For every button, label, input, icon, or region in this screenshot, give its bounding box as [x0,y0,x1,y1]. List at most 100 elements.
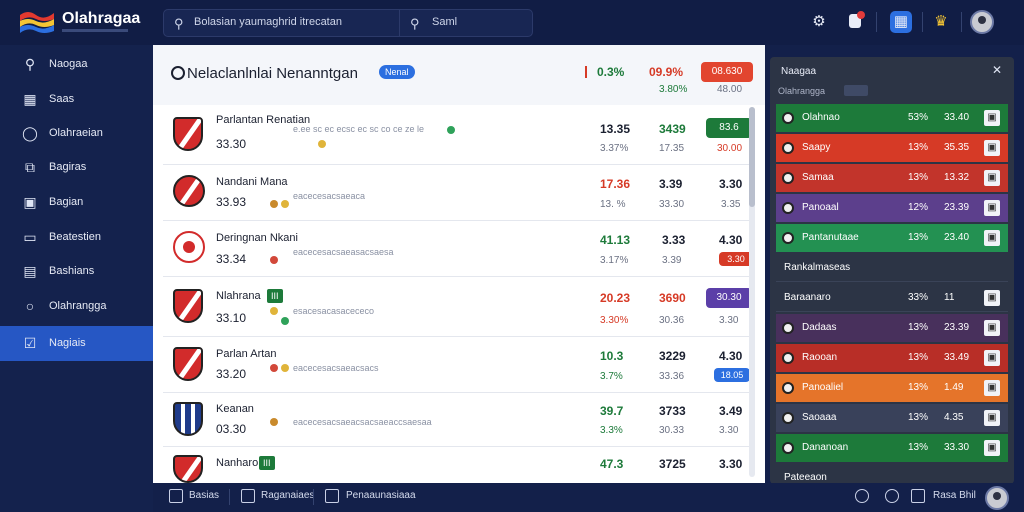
standings-row[interactable]: Olahnao 53% 33.40 ▣ [776,104,1008,132]
standings-action-icon[interactable]: ▣ [984,350,1000,366]
odds-draw-sub: 17.35 [659,143,685,154]
trophy-icon[interactable]: ♛ [930,11,952,33]
sidebar-item-bagian[interactable]: ▣ Bagian [0,185,153,220]
notification-icon[interactable] [845,11,867,33]
odds-home[interactable]: 47.3 [600,457,623,471]
standings-row[interactable]: Saapy 13% 35.35 ▣ [776,134,1008,162]
odds-home[interactable]: 41.13 [600,233,630,247]
edit-icon[interactable] [885,489,899,503]
odds-draw[interactable]: 3725 [659,457,686,471]
match-row[interactable]: Keanan 03.30 eacecesacsaeacsacsaeaccsaes… [163,393,755,447]
team-crest-icon [173,117,203,151]
search-button[interactable]: Saml [432,16,457,28]
odds-away-pill[interactable]: 83.6 [706,118,752,138]
standings-action-icon[interactable]: ▣ [984,290,1000,306]
odds-draw[interactable]: 3229 [659,349,686,363]
match-row[interactable]: Parlantan Renatian 33.30 e.ee sc ec ecsc… [163,105,755,165]
match-row[interactable]: Nlahrana III 33.10 esacesacasacececo 20.… [163,277,755,337]
bottom-item-penaaunasiaaa[interactable]: Penaaunasiaaa [346,490,416,501]
odds-away-sub[interactable]: 3.30 [719,252,753,266]
odds-home[interactable]: 10.3 [600,349,623,363]
odds-draw[interactable]: 3.33 [662,233,685,247]
standings-action-icon[interactable]: ▣ [984,110,1000,126]
standings-row[interactable]: Panoaliel 13% 1.49 ▣ [776,374,1008,402]
sidebar-item-nagiais[interactable]: ☑ Nagiais [0,326,160,361]
settings-icon[interactable] [855,489,869,503]
team-name: Nanharo [216,457,259,469]
odds-away-sub[interactable]: 18.05 [714,368,750,382]
odds-draw[interactable]: 3733 [659,404,686,418]
standings-action-icon[interactable]: ▣ [984,140,1000,156]
status-dot [318,140,326,148]
standings-value: 4.35 [944,412,964,423]
odds-draw[interactable]: 3439 [659,122,686,136]
search-bar[interactable]: ⚲ Bolasian yaumaghrid itrecatan ⚲ Saml [163,9,533,37]
bottom-item-raganaiaes[interactable]: Raganaiaes [261,490,314,501]
sidebar-item-naogaa[interactable]: ⚲ Naogaa [0,47,153,82]
sidebar-item-olahraeian[interactable]: ◯ Olahraeian [0,116,153,151]
odds-away[interactable]: 3.49 [719,404,742,418]
sidebar-item-beatestien[interactable]: ▭ Beatestien [0,220,153,255]
terminal-icon[interactable] [241,489,255,503]
standings-action-icon[interactable]: ▣ [984,200,1000,216]
standings-row[interactable]: Baraanaro 33% 11 ▣ [776,284,1008,312]
odds-away[interactable]: 4.30 [719,349,742,363]
odds-away[interactable]: 3.30 [719,177,742,191]
match-row[interactable]: Nanharo III 47.3 3725 3.30 [163,447,755,483]
odds-away[interactable]: 3.30 [719,457,742,471]
standings-action-icon[interactable]: ▣ [984,380,1000,396]
share-icon[interactable] [911,489,925,503]
standings-row[interactable]: Saoaaa 13% 4.35 ▣ [776,404,1008,432]
standings-action-icon[interactable]: ▣ [984,440,1000,456]
user-avatar[interactable] [985,486,1009,510]
match-row[interactable]: Nandani Mana 33.93 eacecesacsaeaca 17.36… [163,165,755,221]
match-row[interactable]: Deringnan Nkani 33.34 eacecesacsaeasacsa… [163,221,755,277]
sidebar-item-bagiras[interactable]: ⧉ Bagiras [0,150,153,185]
sidebar-item-saas[interactable]: ▦ Saas [0,82,153,117]
match-meta: eacecesacsaeacsacs [293,363,379,373]
apps-icon[interactable]: ▦ [890,11,912,33]
odds-away[interactable]: 4.30 [719,233,742,247]
gear-icon[interactable]: ⚙ [808,11,830,33]
odds-draw[interactable]: 3690 [659,291,686,305]
team-crest-icon [782,322,794,334]
user-avatar[interactable] [970,10,994,34]
calendar-icon[interactable] [325,489,339,503]
header-pill[interactable]: 08.630 [701,62,753,82]
standings-row[interactable]: Raooan 13% 33.49 ▣ [776,344,1008,372]
matches-panel: Nelaclanlnlai Nenanntgan Nenal 0.3% 09.9… [153,45,765,483]
standings-action-icon[interactable]: ▣ [984,410,1000,426]
close-icon[interactable]: ✕ [992,63,1002,77]
odds-home[interactable]: 20.23 [600,291,630,305]
standings-team-name: Baraanaro [784,292,831,303]
standings-action-icon[interactable]: ▣ [984,170,1000,186]
standings-action-icon[interactable]: ▣ [984,320,1000,336]
bottom-item-user[interactable]: Rasa Bhil [933,490,976,501]
sidebar-item-olahrangga[interactable]: ○ Olahrangga [0,289,153,324]
odds-draw[interactable]: 3.39 [659,177,682,191]
odds-home[interactable]: 39.7 [600,404,623,418]
search-input[interactable]: ⚲ Bolasian yaumaghrid itrecatan [164,10,400,36]
standings-row[interactable]: Dananoan 13% 33.30 ▣ [776,434,1008,462]
bottom-item-basias[interactable]: Basias [189,490,219,501]
standings-row[interactable]: Rankalmaseas [776,254,1008,282]
standings-row[interactable]: Dadaas 13% 23.39 ▣ [776,314,1008,342]
scrollbar-thumb[interactable] [749,107,755,207]
sidebar-item-bashians[interactable]: ▤ Bashians [0,254,153,289]
scrollbar[interactable] [749,107,755,477]
matches-header: Nelaclanlnlai Nenanntgan Nenal 0.3% 09.9… [153,45,765,105]
search-button-icon[interactable]: ⚲ [410,16,420,32]
match-row[interactable]: Parlan Artan 33.20 eacecesacsaeacsacs 10… [163,337,755,393]
standings-row[interactable]: Samaa 13% 13.32 ▣ [776,164,1008,192]
odds-home[interactable]: 13.35 [600,122,630,136]
standings-team-name: Panoaal [802,202,839,213]
logo-flag-icon [20,12,54,33]
home-icon[interactable] [169,489,183,503]
odds-away-pill[interactable]: 30.30 [706,288,752,308]
team-name: Nandani Mana [216,176,288,188]
standings-action-icon[interactable]: ▣ [984,230,1000,246]
grid-icon: ▦ [23,91,37,107]
standings-row[interactable]: Pantanutaae 13% 23.40 ▣ [776,224,1008,252]
standings-row[interactable]: Panoaal 12% 23.39 ▣ [776,194,1008,222]
odds-home[interactable]: 17.36 [600,177,630,191]
